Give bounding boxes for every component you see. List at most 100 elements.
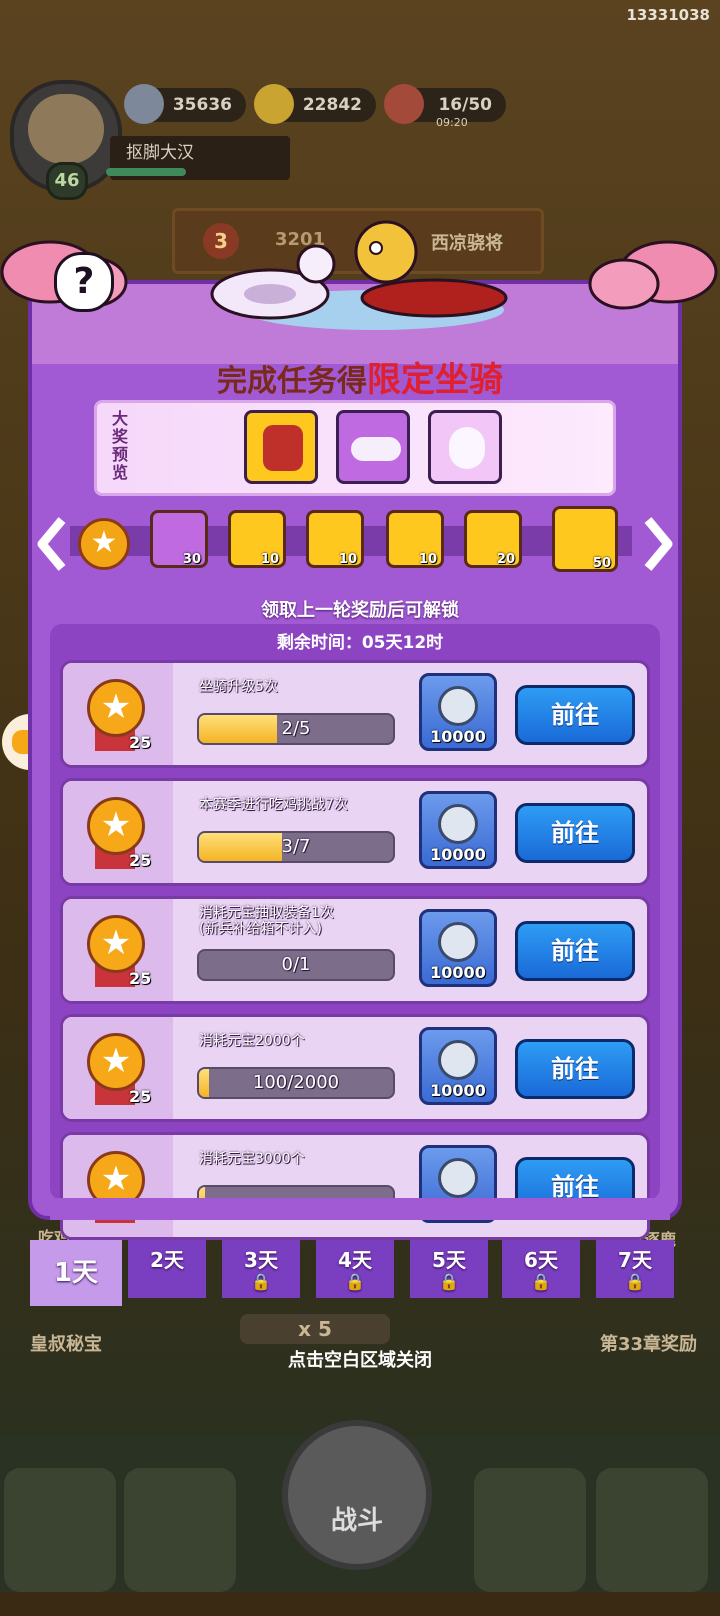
- day-tab-4[interactable]: 4天 🔒: [316, 1240, 394, 1298]
- task-row: ★ 25 消耗元宝2000个 100/2000 10000 前往: [60, 1014, 650, 1122]
- day-tab-3[interactable]: 3天 🔒: [222, 1240, 300, 1298]
- task-row: ★ 消耗元宝3000个 前往: [60, 1132, 650, 1240]
- silver-coin-icon: [438, 804, 478, 844]
- track-chest-big[interactable]: 50: [552, 506, 618, 572]
- chest-count: 20: [496, 552, 515, 567]
- task-progress-bar: 2/5: [197, 713, 395, 745]
- silver-value: 35636: [172, 95, 232, 115]
- nav-rooster-icon[interactable]: [474, 1468, 586, 1592]
- progress-text: 2/5: [281, 718, 311, 739]
- task-progress-bar: 100/2000: [197, 1067, 395, 1099]
- progress-text: 100/2000: [252, 1072, 340, 1093]
- lock-icon: 🔒: [439, 1272, 459, 1291]
- help-button[interactable]: ?: [54, 252, 114, 312]
- gold-resource[interactable]: 22842: [254, 84, 376, 124]
- progress-text: 0/1: [281, 954, 311, 975]
- preview-unicorn-float[interactable]: [336, 410, 410, 484]
- star-medal-icon: ★: [87, 797, 145, 855]
- day-label: 2天: [150, 1248, 184, 1272]
- unicorn-float-icon: [351, 437, 401, 461]
- day-label: 1天: [53, 1258, 99, 1288]
- task-description: 坐骑升级5次: [199, 679, 278, 695]
- reward-silver[interactable]: 10000: [419, 909, 497, 987]
- silver-resource[interactable]: 35636: [124, 84, 246, 124]
- remaining-time: 剩余时间：05天12时: [276, 633, 444, 653]
- stamina-cost: x 5: [240, 1314, 390, 1344]
- track-star-icon: ★: [78, 518, 130, 570]
- silver-coin-icon: [124, 84, 164, 124]
- day-tab-2[interactable]: 2天: [128, 1240, 206, 1298]
- track-chest[interactable]: 30: [150, 510, 208, 568]
- preview-label: 大奖预览: [112, 409, 129, 482]
- unicorn-head-icon: [449, 427, 485, 469]
- task-description: 消耗元宝3000个: [199, 1151, 305, 1167]
- task-description: 消耗元宝2000个: [199, 1033, 305, 1049]
- stamina-timer: 09:20: [436, 116, 468, 129]
- task-progress-bar: 0/1: [197, 949, 395, 981]
- reward-amount: 10000: [430, 845, 486, 864]
- fight-button[interactable]: 战斗: [282, 1420, 432, 1570]
- lock-icon: 🔒: [531, 1272, 551, 1291]
- user-id: 13331038: [626, 6, 711, 24]
- popup-title: 完成任务得限定坐骑: [0, 352, 720, 401]
- go-button[interactable]: 前往: [515, 1039, 635, 1099]
- track-next-arrow-icon[interactable]: [640, 514, 676, 574]
- day-label: 4天: [338, 1248, 372, 1272]
- day-tab-6[interactable]: 6天 🔒: [502, 1240, 580, 1298]
- star-medal-icon: ★: [87, 1033, 145, 1091]
- day-label: 3天: [244, 1248, 278, 1272]
- task-row: ★ 25 消耗元宝抽取装备1次 (新兵补给箱不计入) 0/1 10000 前往: [60, 896, 650, 1004]
- close-hint[interactable]: 点击空白区域关闭: [0, 1346, 720, 1372]
- exp-bar: [106, 168, 186, 176]
- star-medal-icon: ★: [87, 679, 145, 737]
- day-tab-5[interactable]: 5天 🔒: [410, 1240, 488, 1298]
- silver-coin-icon: [438, 1040, 478, 1080]
- track-chest[interactable]: 20: [464, 510, 522, 568]
- title-highlight: 限定坐骑: [367, 360, 503, 400]
- silver-coin-icon: [438, 922, 478, 962]
- track-chest[interactable]: 10: [228, 510, 286, 568]
- go-button[interactable]: 前往: [515, 803, 635, 863]
- preview-unicorn-avatar[interactable]: [428, 410, 502, 484]
- day-label: 6天: [524, 1248, 558, 1272]
- day-tab-1[interactable]: 1天: [30, 1240, 122, 1306]
- reward-silver[interactable]: 10000: [419, 1027, 497, 1105]
- chest-count: 10: [418, 552, 437, 567]
- track-prev-arrow-icon[interactable]: [34, 514, 70, 574]
- day-tab-7[interactable]: 7天 🔒: [596, 1240, 674, 1298]
- cherry-tree-right: [588, 240, 718, 310]
- reward-silver[interactable]: 10000: [419, 791, 497, 869]
- reward-silver[interactable]: 10000: [419, 673, 497, 751]
- go-button[interactable]: 前往: [515, 921, 635, 981]
- cat-avatar-icon: [28, 94, 104, 164]
- task-progress-bar: 3/7: [197, 831, 395, 863]
- title-prefix: 完成任务得: [217, 364, 367, 399]
- nav-gift-icon[interactable]: [596, 1468, 708, 1592]
- dragon-boat-icon: [263, 425, 303, 471]
- nav-helmet-icon[interactable]: [124, 1468, 236, 1592]
- chest-count: 30: [182, 552, 201, 567]
- chest-count: 50: [592, 556, 611, 571]
- silver-coin-icon: [438, 1158, 478, 1198]
- medal-points: 25: [129, 733, 152, 752]
- preview-dragon-mount[interactable]: [244, 410, 318, 484]
- lock-icon: 🔒: [251, 1272, 271, 1291]
- task-description: 本赛季进行吃鸡挑战7次: [199, 797, 348, 813]
- go-button[interactable]: 前往: [515, 685, 635, 745]
- reward-amount: 10000: [430, 1081, 486, 1100]
- progress-text: 3/7: [281, 836, 311, 857]
- reward-amount: 10000: [430, 727, 486, 746]
- meat-stamina-icon: [384, 84, 424, 124]
- silver-coin-icon: [438, 686, 478, 726]
- nav-city-icon[interactable]: [4, 1468, 116, 1592]
- mount-rewards-art: [210, 220, 508, 330]
- reward-amount: 10000: [430, 963, 486, 982]
- track-chest[interactable]: 10: [386, 510, 444, 568]
- task-row: ★ 25 本赛季进行吃鸡挑战7次 3/7 10000 前往: [60, 778, 650, 886]
- task-description: 消耗元宝抽取装备1次 (新兵补给箱不计入): [199, 905, 334, 937]
- star-medal-icon: ★: [87, 915, 145, 973]
- chest-count: 10: [338, 552, 357, 567]
- player-level: 46: [46, 162, 88, 200]
- track-chest[interactable]: 10: [306, 510, 364, 568]
- lock-icon: 🔒: [625, 1272, 645, 1291]
